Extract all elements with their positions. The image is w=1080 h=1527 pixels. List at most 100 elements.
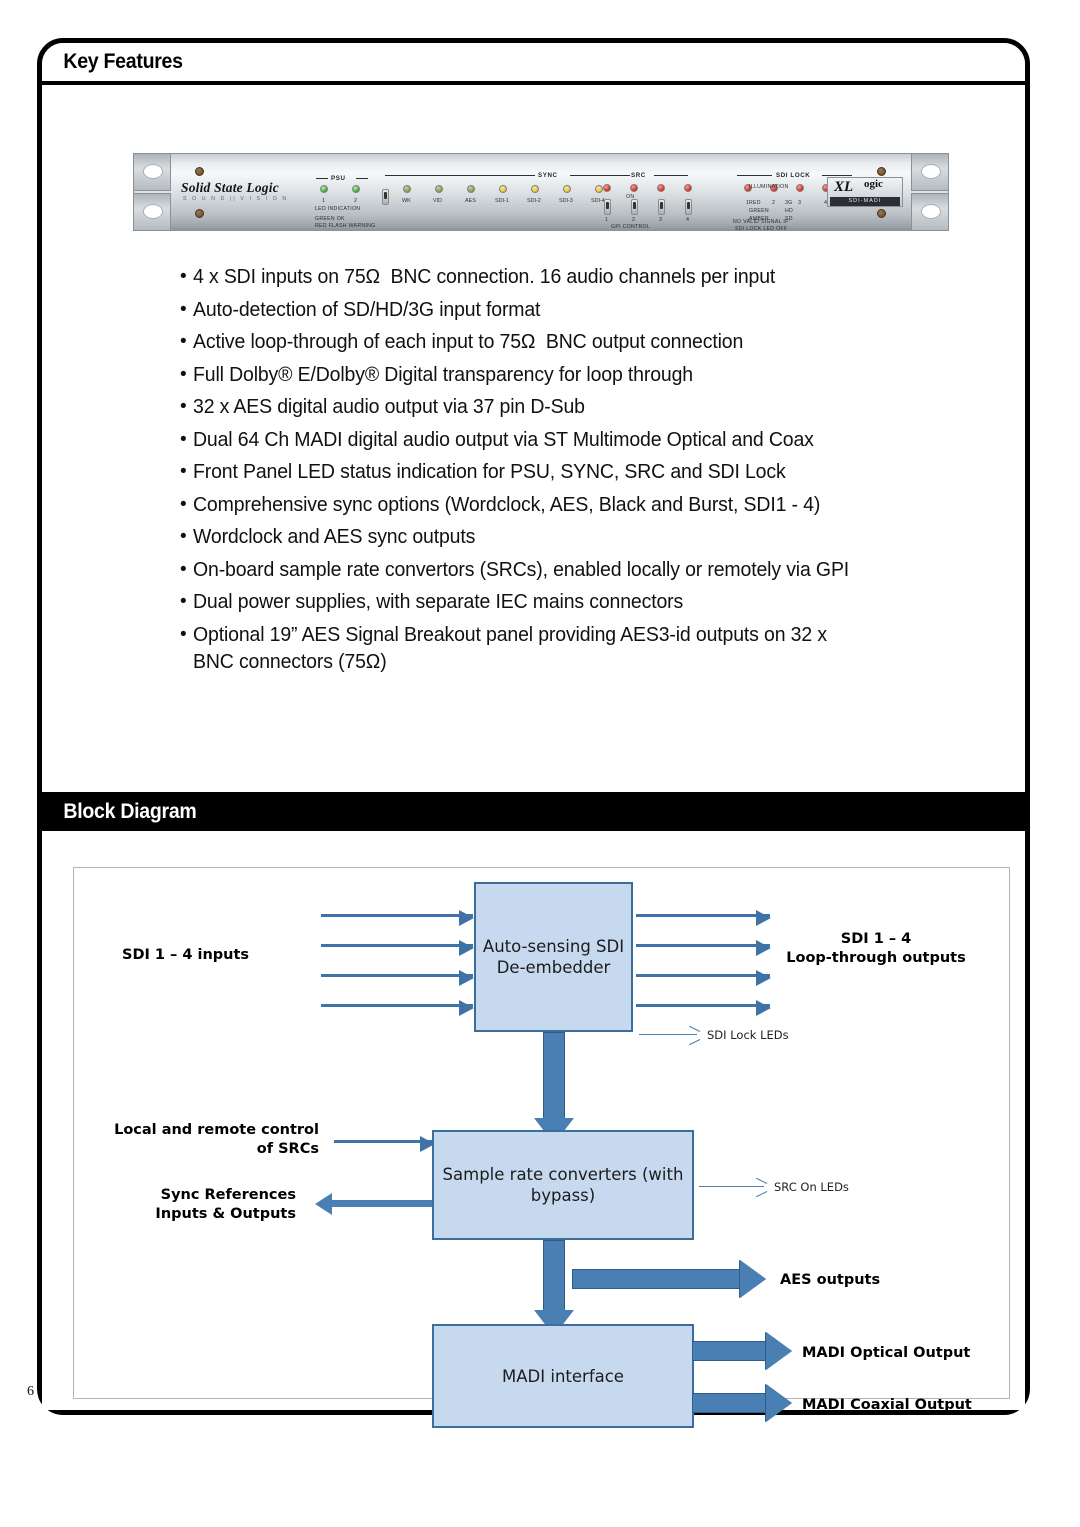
list-item: • Front Panel LED status indication for … [180, 458, 970, 485]
bullet-glyph: • [180, 396, 187, 417]
sdi-lock-leds-arrow [639, 1034, 697, 1035]
arrowhead-icon [688, 1030, 699, 1041]
bullet-glyph: • [180, 363, 187, 385]
section-header-block-diagram: Block Diagram [42, 792, 1025, 831]
bullet-glyph: • [180, 266, 187, 287]
sync-tick-sdi4: SDI-4 [591, 198, 605, 204]
src-switch-1[interactable] [604, 199, 611, 215]
panel-screw [877, 167, 886, 176]
rack-ear-top-left [133, 153, 171, 191]
key-features-bullet-list: • 4 x SDI inputs on 75Ω BNC connection. … [180, 263, 970, 680]
rack-ear-bottom-right [911, 193, 949, 231]
bullet-glyph: • [180, 461, 187, 482]
sync-group-label: SYNC [538, 172, 558, 179]
led-src-1 [603, 184, 611, 192]
xlogic-model-bar: SDI-MADI [830, 197, 900, 206]
src-switch-4[interactable] [685, 199, 692, 215]
illumination-title: ILLUMINATION [749, 184, 789, 190]
arrow-shaft [543, 1032, 565, 1120]
led-sync-sdi4 [595, 185, 603, 193]
xlogic-superscript-text: ogic [864, 178, 883, 190]
led-src-3 [657, 184, 665, 192]
sync-tick-wk: WK [402, 198, 411, 204]
psu-note-green-ok: GREEN OK [315, 216, 345, 222]
label-loop-through-outputs: SDI 1 – 4 Loop-through outputs [786, 931, 966, 966]
feature-text: Front Panel LED status indication for PS… [193, 460, 786, 483]
product-front-panel-image: Solid State Logic S O U N D || V I S I O… [133, 153, 949, 232]
sdi-input-arrow-4 [321, 1000, 474, 1016]
label-local-remote-control-of-srcs: Local and remote control of SRCs [114, 1122, 319, 1157]
src-tick-1: 1 [605, 217, 608, 223]
sync-tick-sdi1: SDI-1 [495, 198, 509, 204]
illumination-row-amber-color: AMBER [749, 216, 769, 222]
src-switch-3[interactable] [658, 199, 665, 215]
feature-text: 32 x AES digital audio output via 37 pin… [193, 395, 585, 418]
src-note-gpi-control: GPI CONTROL [611, 224, 651, 230]
loop-output-arrow-2 [636, 940, 771, 956]
arrow-shaft [692, 1393, 768, 1413]
bullet-glyph: • [180, 526, 187, 547]
sync-tick-sdi2: SDI-2 [527, 198, 541, 204]
sdi-input-arrow-3 [321, 970, 474, 986]
feature-text: On-board sample rate convertors (SRCs), … [193, 557, 850, 581]
arrow-aes-outputs [572, 1260, 766, 1298]
feature-text: Dual power supplies, with separate IEC m… [193, 590, 684, 613]
rack-mount-hole [921, 164, 941, 179]
sdi-lock-tick-3: 3 [798, 200, 801, 206]
psu-group-rule [356, 178, 368, 179]
rack-mount-hole [143, 204, 163, 219]
src-tick-2: 2 [632, 217, 635, 223]
list-item: • 4 x SDI inputs on 75Ω BNC connection. … [180, 263, 970, 290]
label-sdi-lock-leds: SDI Lock LEDs [707, 1028, 789, 1042]
feature-text: Full Dolby® E/Dolby® Digital transparenc… [193, 362, 693, 386]
led-psu-1 [320, 185, 328, 193]
led-sync-sdi2 [531, 185, 539, 193]
bullet-glyph: • [180, 558, 187, 580]
arrowhead-icon [755, 1182, 766, 1193]
block-madi-interface: MADI interface [432, 1324, 694, 1428]
section-header-key-features: Key Features [42, 43, 1025, 85]
arrow-deembedder-to-src [534, 1032, 574, 1144]
panel-screw [195, 167, 204, 176]
illumination-row-green-color: GREEN [749, 208, 769, 214]
psu-tick-2: 2 [354, 198, 357, 204]
feature-text: 4 x SDI inputs on 75Ω BNC connection. 16… [193, 265, 776, 288]
led-sync-sdi3 [563, 185, 571, 193]
list-item: • Optional 19” AES Signal Breakout panel… [180, 621, 970, 675]
ssl-brand-text: Solid State Logic [181, 180, 279, 195]
key-features-body: Solid State Logic S O U N D || V I S I O… [42, 85, 1025, 792]
led-src-4 [684, 184, 692, 192]
list-item: • Auto-detection of SD/HD/3G input forma… [180, 296, 970, 323]
bullet-glyph: • [180, 331, 187, 352]
bullet-glyph: • [180, 493, 187, 515]
sync-group-rule-left [385, 175, 535, 176]
src-control-arrow [334, 1136, 435, 1152]
block-sample-rate-converters: Sample rate converters (with bypass) [432, 1130, 694, 1240]
label-src-on-leds: SRC On LEDs [774, 1180, 849, 1194]
label-aes-outputs: AES outputs [780, 1272, 881, 1288]
loop-output-arrow-1 [636, 910, 771, 926]
src-switch-2[interactable] [631, 199, 638, 215]
label-madi-coaxial-output: MADI Coaxial Output [802, 1397, 972, 1413]
psu-tick-1: 1 [322, 198, 325, 204]
led-sync-wk [403, 185, 411, 193]
feature-text: Dual 64 Ch MADI digital audio output via… [193, 427, 814, 451]
led-sync-vid [435, 185, 443, 193]
feature-text: Comprehensive sync options (Wordclock, A… [193, 492, 821, 516]
sync-source-selector-switch[interactable] [382, 189, 389, 205]
xlogic-main-text: XL [834, 179, 854, 195]
arrow-shaft [572, 1269, 742, 1289]
list-item: • Comprehensive sync options (Wordclock,… [180, 491, 970, 518]
arrow-madi-optical-output [692, 1332, 792, 1370]
bullet-glyph: • [180, 623, 187, 645]
arrowhead-icon [766, 1332, 792, 1370]
sdi-input-arrow-1 [321, 910, 474, 926]
feature-text: Wordclock and AES sync outputs [193, 525, 476, 548]
list-item: • Active loop-through of each input to 7… [180, 328, 970, 355]
bullet-glyph: • [180, 298, 187, 320]
src-group-label: SRC [631, 172, 646, 179]
block-auto-sensing-sdi-deembedder: Auto-sensing SDI De-embedder [474, 882, 633, 1032]
sync-references-double-arrow [315, 1192, 449, 1215]
psu-note-red-flash-warning: RED FLASH WARNING [315, 223, 376, 229]
list-item: • Dual power supplies, with separate IEC… [180, 588, 970, 615]
